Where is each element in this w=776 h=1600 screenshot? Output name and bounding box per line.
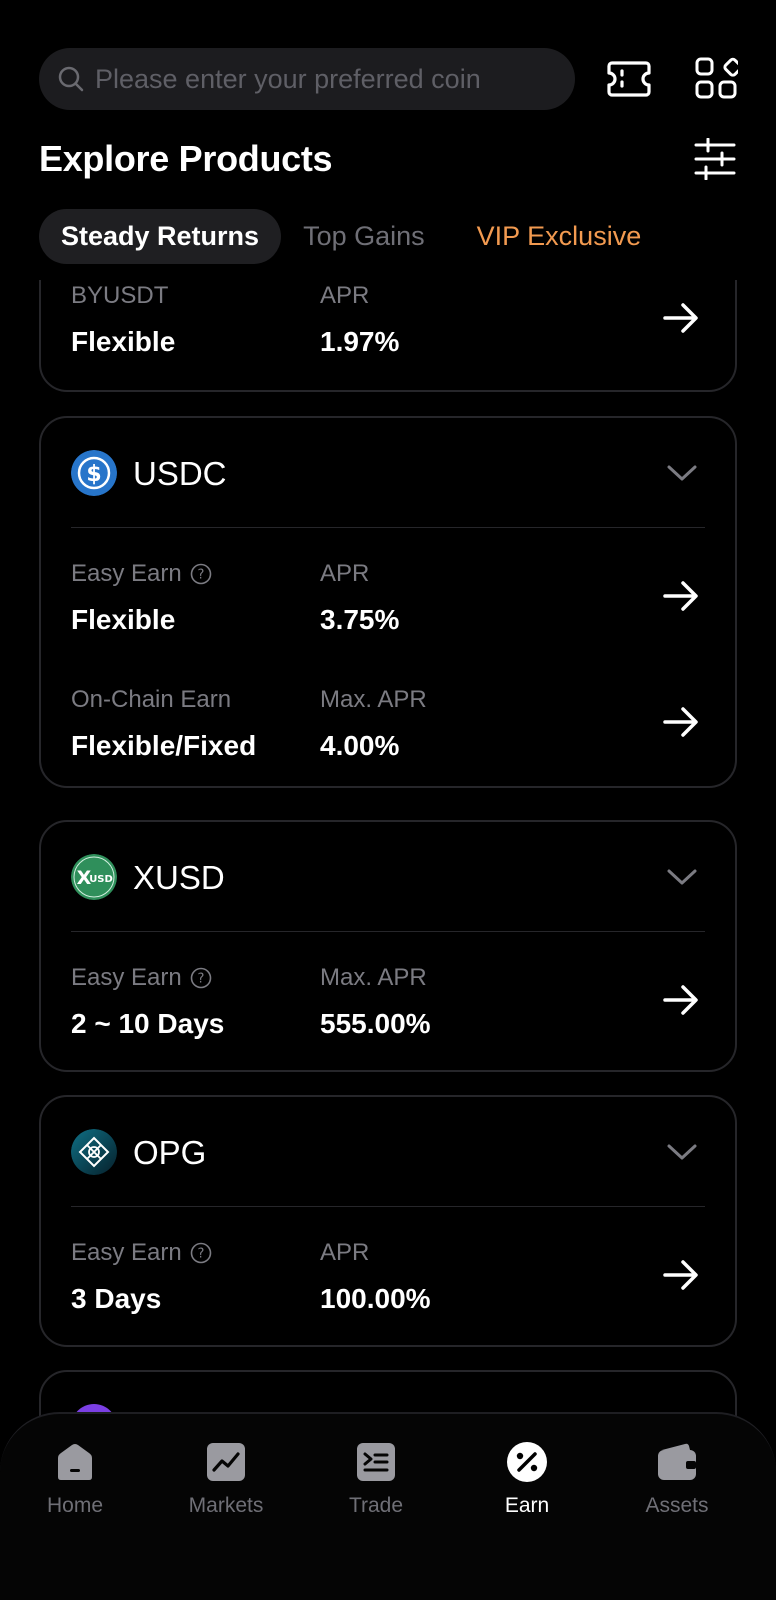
card-header[interactable]: X USD XUSD <box>71 822 705 932</box>
nav-markets[interactable]: Markets <box>161 1440 291 1518</box>
product-row[interactable]: On-Chain Earn Flexible/Fixed Max. APR 4.… <box>71 658 705 786</box>
product-card-usdc: $ USDC Easy Earn ? Flexible APR 3.75% On… <box>39 416 737 788</box>
product-name: Easy Earn ? <box>71 1239 212 1267</box>
nav-trade[interactable]: Trade <box>311 1440 441 1518</box>
product-tabs: Steady Returns Top Gains VIP Exclusive <box>39 209 663 264</box>
home-icon <box>58 1444 92 1480</box>
nav-assets[interactable]: Assets <box>612 1440 742 1518</box>
rate-value: 555.00% <box>320 1008 431 1039</box>
arrow-right-icon[interactable] <box>661 298 701 338</box>
arrow-right-icon[interactable] <box>661 980 701 1020</box>
product-row[interactable]: Easy Earn ? Flexible APR 3.75% <box>71 528 705 658</box>
filter-icon[interactable] <box>694 138 736 180</box>
earn-icon <box>507 1442 547 1482</box>
usdc-logo-icon: $ <box>71 450 117 496</box>
arrow-right-icon[interactable] <box>661 1255 701 1295</box>
product-name: Easy Earn ? <box>71 964 212 992</box>
bottom-nav: Home Markets Trade Earn Assets <box>0 1412 776 1600</box>
term-value: 2 ~ 10 Days <box>71 1008 225 1039</box>
chevron-down-icon[interactable] <box>665 862 699 892</box>
rate-value: 100.00% <box>320 1283 431 1314</box>
rate-value: 3.75% <box>320 604 400 635</box>
rate-value: 1.97% <box>320 326 400 357</box>
rate-label: Max. APR <box>320 964 427 991</box>
tab-top-gains[interactable]: Top Gains <box>281 209 447 264</box>
nav-label: Earn <box>504 1494 550 1517</box>
arrow-right-icon[interactable] <box>661 576 701 616</box>
rate-label: APR <box>320 1239 370 1266</box>
top-bar <box>0 0 776 130</box>
trade-icon <box>357 1443 395 1481</box>
term-value: Flexible <box>71 604 176 635</box>
help-icon[interactable]: ? <box>190 967 212 989</box>
card-header[interactable]: OPG <box>71 1097 705 1207</box>
tab-vip-exclusive[interactable]: VIP Exclusive <box>455 209 664 264</box>
opg-logo-icon <box>71 1129 117 1175</box>
nav-label: Markets <box>188 1494 264 1517</box>
page-title: Explore Products <box>39 138 333 179</box>
nav-label: Trade <box>348 1494 404 1517</box>
coupon-icon[interactable] <box>606 58 652 100</box>
svg-text:?: ? <box>197 1247 204 1262</box>
arrow-right-icon[interactable] <box>661 702 701 742</box>
product-card-xusd: X USD XUSD Easy Earn ? 2 ~ 10 Days Max. … <box>39 820 737 1072</box>
markets-icon <box>207 1443 245 1481</box>
rate-label: APR <box>320 282 370 309</box>
product-name: BYUSDT <box>71 282 169 309</box>
xusd-logo-usd: USD <box>89 874 113 885</box>
product-list[interactable]: BYUSDT Flexible APR 1.97% $ USDC Easy Ea… <box>0 280 776 1420</box>
svg-text:$: $ <box>86 462 101 487</box>
apps-grid-icon[interactable] <box>694 56 738 100</box>
search-icon <box>58 66 84 92</box>
nav-label: Home <box>46 1494 104 1517</box>
help-icon[interactable]: ? <box>190 563 212 585</box>
product-name: Easy Earn ? <box>71 560 212 588</box>
rate-label: Max. APR <box>320 686 427 713</box>
search-input[interactable] <box>95 63 555 95</box>
chevron-down-icon[interactable] <box>665 1137 699 1167</box>
nav-home[interactable]: Home <box>10 1440 140 1518</box>
coin-name: XUSD <box>133 859 225 896</box>
rate-label: APR <box>320 560 370 587</box>
svg-text:?: ? <box>197 568 204 583</box>
product-row[interactable]: Easy Earn ? 3 Days APR 100.00% <box>71 1207 705 1337</box>
xusd-logo-icon: X USD <box>71 854 117 900</box>
product-card-partial: BYUSDT Flexible APR 1.97% <box>39 280 737 392</box>
product-card-opg: OPG Easy Earn ? 3 Days APR 100.00% <box>39 1095 737 1347</box>
card-header[interactable]: $ USDC <box>71 418 705 528</box>
product-row[interactable]: BYUSDT Flexible APR 1.97% <box>71 280 705 392</box>
search-bar[interactable] <box>39 48 575 110</box>
tab-steady-returns[interactable]: Steady Returns <box>39 209 282 264</box>
nav-earn[interactable]: Earn <box>462 1440 592 1518</box>
product-row[interactable]: Easy Earn ? 2 ~ 10 Days Max. APR 555.00% <box>71 932 705 1062</box>
coin-name: OPG <box>133 1134 207 1171</box>
chevron-down-icon[interactable] <box>665 458 699 488</box>
product-name: On-Chain Earn <box>71 686 232 713</box>
coin-name: USDC <box>133 455 227 492</box>
term-value: Flexible/Fixed <box>71 730 257 761</box>
assets-icon <box>658 1443 696 1480</box>
svg-text:?: ? <box>197 972 204 987</box>
nav-label: Assets <box>645 1494 709 1517</box>
term-value: 3 Days <box>71 1283 162 1314</box>
rate-value: 4.00% <box>320 730 400 761</box>
term-value: Flexible <box>71 326 176 357</box>
help-icon[interactable]: ? <box>190 1242 212 1264</box>
